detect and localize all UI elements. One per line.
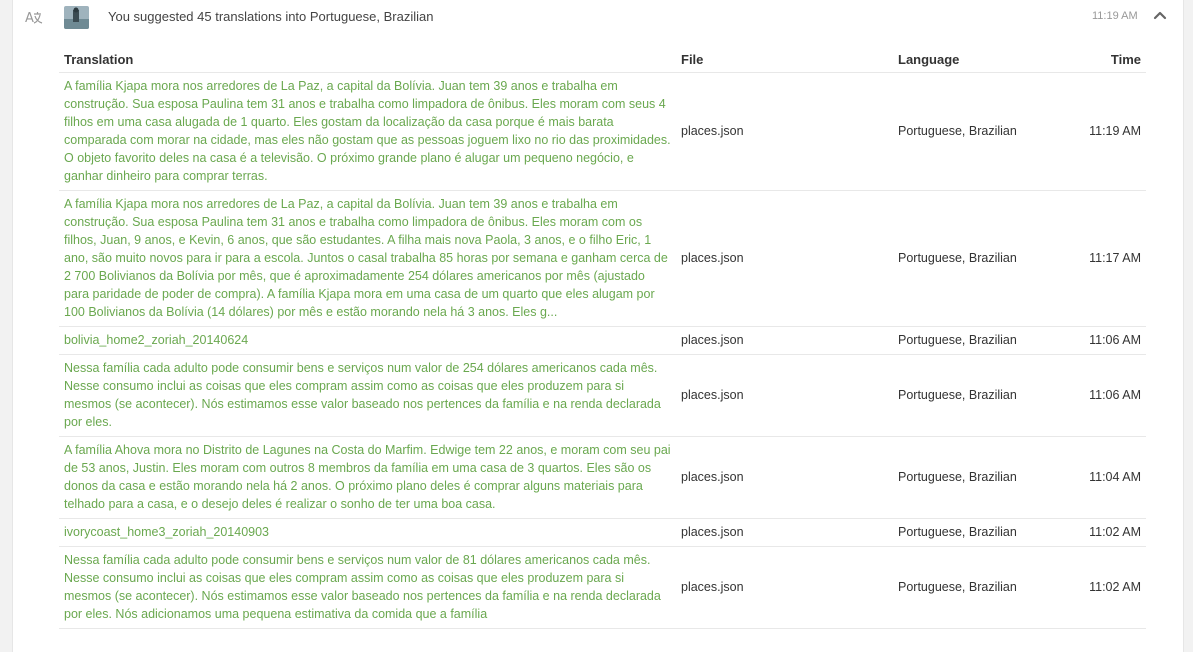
translate-icon: A (25, 8, 47, 26)
time-cell: 11:02 AM (1046, 518, 1146, 547)
svg-text:A: A (25, 11, 34, 26)
file-cell: places.json (676, 72, 893, 191)
table-row: A família Ahova mora no Distrito de Lagu… (59, 436, 1146, 519)
translation-link[interactable]: A família Kjapa mora nos arredores de La… (59, 72, 676, 191)
table-row: A família Kjapa mora nos arredores de La… (59, 72, 1146, 191)
language-cell: Portuguese, Brazilian (893, 354, 1046, 437)
file-cell: places.json (676, 326, 893, 355)
language-cell: Portuguese, Brazilian (893, 190, 1046, 327)
time-cell: 11:06 AM (1046, 326, 1146, 355)
avatar (64, 6, 89, 29)
table-header-row: Translation File Language Time (59, 46, 1146, 73)
table-row: A família Kjapa mora nos arredores de La… (59, 190, 1146, 327)
language-cell: Portuguese, Brazilian (893, 546, 1046, 629)
file-cell: places.json (676, 354, 893, 437)
time-cell: 11:04 AM (1046, 436, 1146, 519)
language-cell: Portuguese, Brazilian (893, 326, 1046, 355)
language-cell: Portuguese, Brazilian (893, 518, 1046, 547)
time-cell: 11:17 AM (1046, 190, 1146, 327)
column-header-translation: Translation (59, 46, 676, 73)
file-cell: places.json (676, 190, 893, 327)
table-row: ivorycoast_home3_zoriah_20140903 places.… (59, 518, 1146, 547)
time-cell: 11:02 AM (1046, 546, 1146, 629)
activity-card: A You suggested 45 translations into Por… (12, 0, 1184, 652)
activity-time: 11:19 AM (1092, 10, 1138, 22)
activity-summary: You suggested 45 translations into Portu… (108, 9, 434, 24)
table-row: bolivia_home2_zoriah_20140624 places.jso… (59, 326, 1146, 355)
file-cell: places.json (676, 518, 893, 547)
activity-header: A You suggested 45 translations into Por… (13, 0, 1183, 36)
translation-link[interactable]: bolivia_home2_zoriah_20140624 (59, 326, 676, 355)
table-row: Nessa família cada adulto pode consumir … (59, 354, 1146, 437)
translation-link[interactable]: A família Kjapa mora nos arredores de La… (59, 190, 676, 327)
translation-link[interactable]: ivorycoast_home3_zoriah_20140903 (59, 518, 676, 547)
column-header-time: Time (1046, 46, 1146, 73)
language-cell: Portuguese, Brazilian (893, 436, 1046, 519)
time-cell: 11:19 AM (1046, 72, 1146, 191)
time-cell: 11:06 AM (1046, 354, 1146, 437)
language-cell: Portuguese, Brazilian (893, 72, 1046, 191)
column-header-file: File (676, 46, 893, 73)
column-header-language: Language (893, 46, 1046, 73)
translation-link[interactable]: Nessa família cada adulto pode consumir … (59, 546, 676, 629)
translations-table: Translation File Language Time A família… (59, 46, 1146, 629)
chevron-up-icon[interactable] (1153, 8, 1167, 20)
translation-link[interactable]: A família Ahova mora no Distrito de Lagu… (59, 436, 676, 519)
table-row: Nessa família cada adulto pode consumir … (59, 546, 1146, 629)
file-cell: places.json (676, 436, 893, 519)
translation-link[interactable]: Nessa família cada adulto pode consumir … (59, 354, 676, 437)
file-cell: places.json (676, 546, 893, 629)
